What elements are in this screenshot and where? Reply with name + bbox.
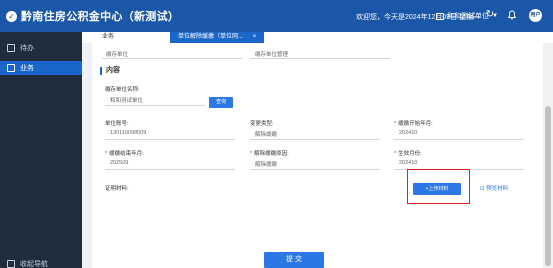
todo-icon <box>7 44 15 52</box>
sidebar-item-business[interactable]: 业务 <box>0 61 82 75</box>
defer-end-label: * 缓缴结束年月: <box>105 149 144 157</box>
sidebar-collapse[interactable]: 收起导航 <box>0 257 82 268</box>
reason-input[interactable]: 解除缓缴 <box>255 160 277 168</box>
field-underline <box>102 58 242 59</box>
effective-month-input[interactable]: 202410 <box>399 160 417 166</box>
grid-icon <box>7 64 15 72</box>
field-underline <box>394 139 524 140</box>
query-button[interactable]: 查询 <box>209 97 233 108</box>
label-text: 生效月份: <box>398 151 422 157</box>
unit-selector-label: 和和测试单位 <box>447 13 489 20</box>
label-text: 解除缓缴原因: <box>254 151 289 157</box>
preview-icon: ⊡ <box>480 186 485 192</box>
change-type-label: 变更类型: <box>250 121 274 127</box>
sidebar-item-label: 待办 <box>20 45 34 52</box>
unit-name-input[interactable]: 和和测试单位 <box>110 96 143 104</box>
tab-bar: 业务 单位解除缓缴（单位网... × <box>82 32 553 43</box>
effective-month-label: * 生效月份: <box>394 149 422 157</box>
sidebar-collapse-label: 收起导航 <box>20 261 48 268</box>
app-title: 黔南住房公积金中心（新测试） <box>21 11 180 23</box>
main-content: 缴存单位 缴存单位管理 内容 缴存单位名称: 和和测试单位 查询 单位账号: 1… <box>92 43 543 268</box>
brand: ✓ 黔南住房公积金中心（新测试） <box>6 9 179 23</box>
tab-label: 单位解除缓缴（单位网... <box>178 34 244 40</box>
field-underline <box>105 105 205 106</box>
building-icon <box>436 12 444 20</box>
material-label: 证明材料: <box>105 186 129 192</box>
preview-label: 预览材料 <box>486 186 509 192</box>
tab-business[interactable]: 业务 <box>94 32 122 43</box>
field-value: 缴存单位管理 <box>255 52 289 58</box>
field-underline <box>250 139 380 140</box>
scrollbar[interactable] <box>543 43 553 268</box>
sidebar-item-label: 业务 <box>20 65 34 72</box>
field-value: 缴存单位 <box>106 52 129 58</box>
bell-icon[interactable] <box>507 10 517 20</box>
unit-name-label: 缴存单位名称: <box>105 87 140 93</box>
field-underline <box>105 139 235 140</box>
tab-unit-remove-deferral[interactable]: 单位解除缓缴（单位网... × <box>170 32 265 43</box>
preview-material-link[interactable]: ⊡ 预览材料 <box>480 184 508 192</box>
sidebar: 待办 业务 收起导航 <box>0 32 82 268</box>
account-value: 130110098509 <box>110 130 147 136</box>
field-underline <box>105 169 235 170</box>
field-underline <box>250 169 380 170</box>
required-mark: * <box>105 151 108 157</box>
avatar[interactable]: 用户 <box>529 9 542 22</box>
refresh-icon[interactable]: ↻ <box>485 10 495 20</box>
required-mark: * <box>394 121 397 127</box>
change-type-value: 解除缓缴 <box>255 132 278 138</box>
label-text: 缓缴开始年月: <box>398 121 433 127</box>
section-title: 内容 <box>100 67 120 75</box>
defer-start-label: * 缓缴开始年月: <box>394 119 433 127</box>
field-underline <box>250 58 390 59</box>
logo-icon: ✓ <box>6 10 17 22</box>
top-header: ✓ 黔南住房公积金中心（新测试） 欢迎您，今天是2024年12月09日 星期一 … <box>0 0 553 32</box>
scrollbar-thumb[interactable] <box>545 106 551 266</box>
required-mark: * <box>394 151 397 157</box>
submit-button[interactable]: 提 交 <box>264 252 324 268</box>
required-mark: * <box>250 151 253 157</box>
sidebar-item-todo[interactable]: 待办 <box>0 41 82 55</box>
upload-material-button[interactable]: +上传材料 <box>413 183 461 195</box>
account-label: 单位账号: <box>105 121 129 127</box>
label-text: 缓缴结束年月: <box>109 151 144 157</box>
close-icon[interactable]: × <box>253 34 257 40</box>
defer-start-value: 202410 <box>399 130 418 136</box>
tab-label: 业务 <box>102 34 115 40</box>
collapse-icon <box>7 260 15 268</box>
reason-label: * 解除缓缴原因: <box>250 149 289 157</box>
defer-end-value: 202509 <box>110 160 129 166</box>
